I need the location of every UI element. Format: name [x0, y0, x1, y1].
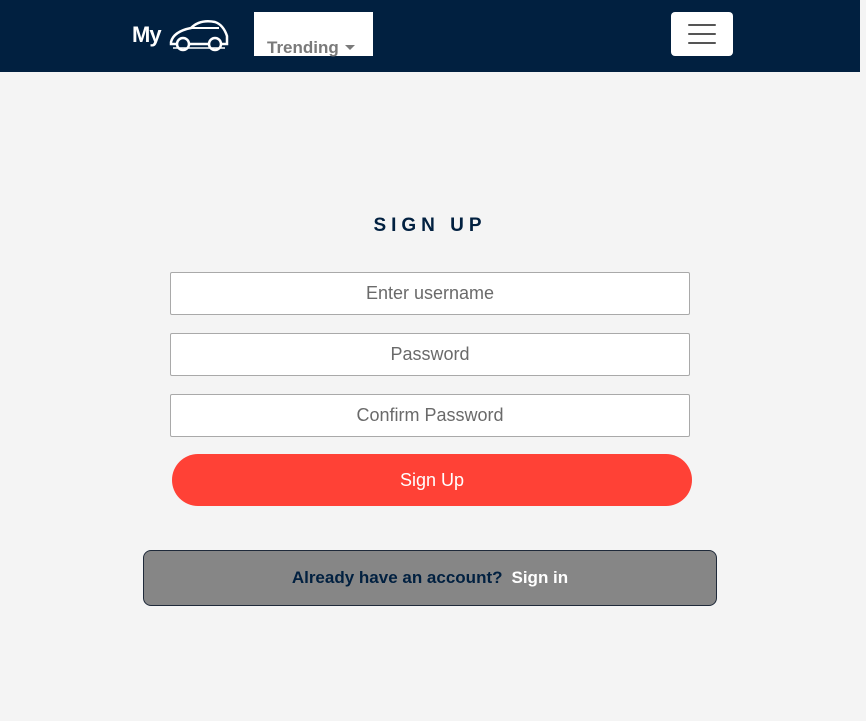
trending-dropdown-label: Trending: [267, 38, 339, 57]
hamburger-menu-icon: [688, 33, 716, 35]
sign-up-button[interactable]: Sign Up: [172, 454, 692, 506]
brand-logo-text: My: [132, 22, 162, 47]
password-input[interactable]: [170, 333, 690, 376]
confirm-password-input[interactable]: [170, 394, 690, 437]
hamburger-menu-icon: [688, 42, 716, 44]
trending-dropdown[interactable]: Trending: [254, 12, 373, 57]
page-title: SIGN UP: [373, 215, 487, 236]
sign-in-prompt-box: Already have an account? Sign in: [143, 550, 717, 606]
hamburger-menu-icon: [688, 24, 716, 26]
username-input[interactable]: [170, 272, 690, 315]
top-navbar: My Trending: [0, 0, 860, 72]
brand-logo[interactable]: My: [131, 14, 231, 54]
sign-in-link[interactable]: Sign in: [512, 568, 569, 587]
car-icon: [169, 20, 229, 52]
sign-in-prompt-text: Already have an account?: [291, 568, 503, 587]
menu-toggle-button[interactable]: [671, 12, 733, 56]
caret-down-icon: [345, 45, 355, 50]
